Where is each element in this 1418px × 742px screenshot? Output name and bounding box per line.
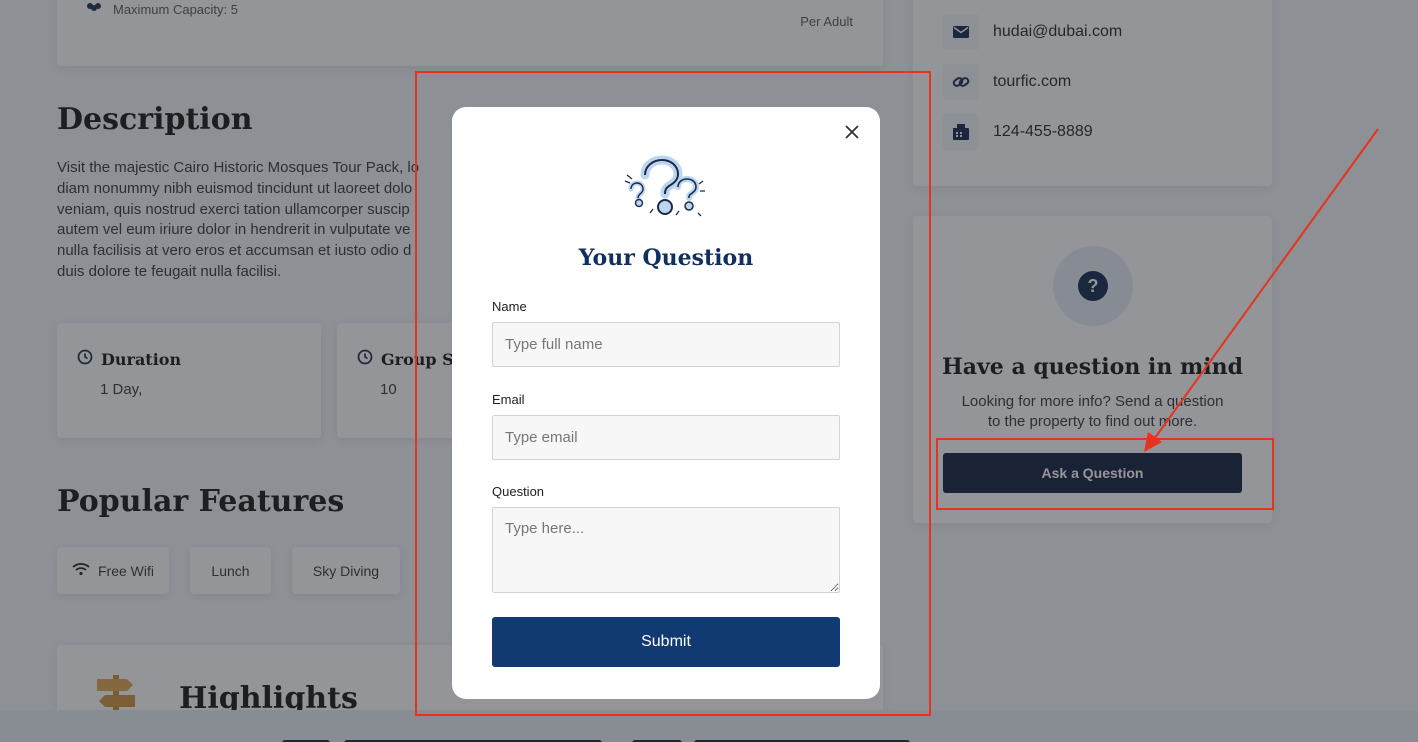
name-input[interactable] xyxy=(492,322,840,367)
close-icon[interactable] xyxy=(840,121,864,145)
email-label: Email xyxy=(492,392,525,407)
question-marks-illustration xyxy=(623,151,709,226)
question-modal: Your Question Name Email Question Submit xyxy=(452,107,880,699)
submit-button[interactable]: Submit xyxy=(492,617,840,667)
modal-title: Your Question xyxy=(578,245,754,271)
question-label: Question xyxy=(492,484,545,499)
email-input[interactable] xyxy=(492,415,840,460)
name-label: Name xyxy=(492,299,527,314)
question-textarea[interactable] xyxy=(492,507,840,593)
